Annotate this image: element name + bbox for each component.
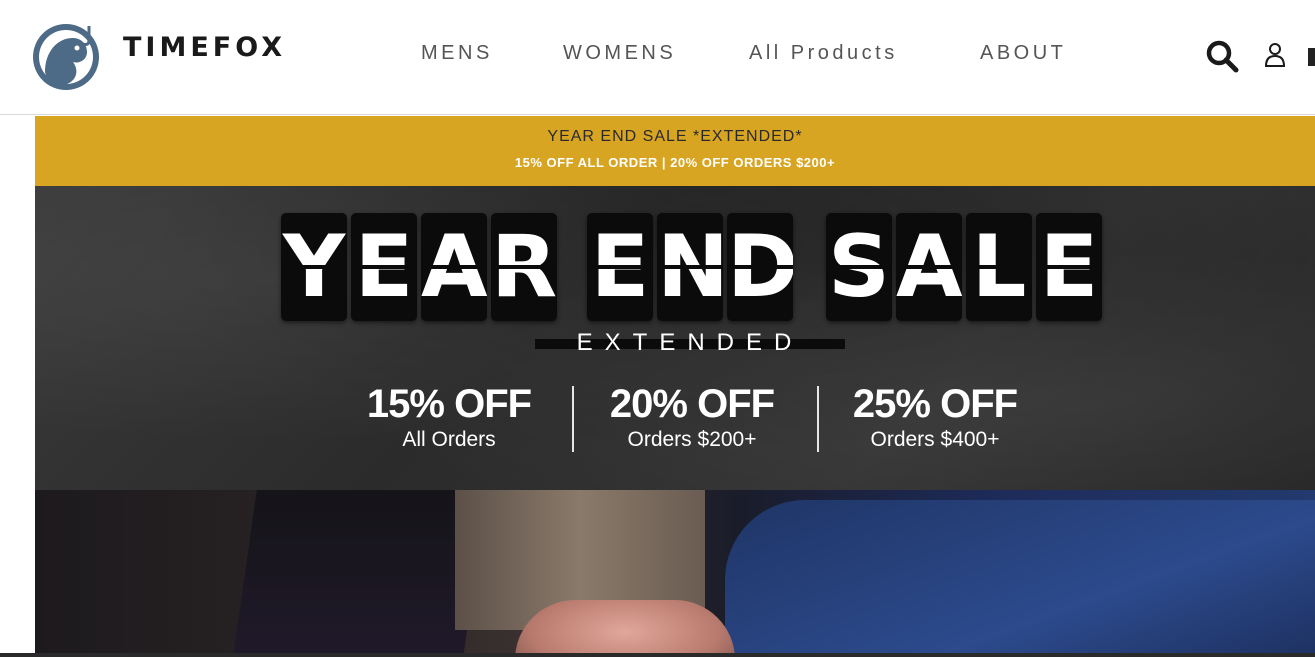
- hero-subtitle: EXTENDED: [576, 329, 804, 356]
- offer-condition: Orders $200+: [627, 428, 757, 451]
- flap-letter: S: [826, 213, 892, 321]
- promo-details: 15% OFF ALL ORDER | 20% OFF ORDERS $200+: [514, 155, 836, 170]
- divider: [572, 386, 574, 452]
- search-icon[interactable]: [1204, 38, 1240, 74]
- offer-tier: 25% OFF Orders $400+: [835, 382, 1035, 452]
- nav-about[interactable]: ABOUT: [980, 42, 1066, 65]
- cart-icon[interactable]: [1308, 48, 1315, 66]
- offer-condition: Orders $400+: [870, 428, 1000, 451]
- offer-condition: All Orders: [402, 428, 496, 451]
- main-nav: MENS WOMENS All Products ABOUT: [0, 42, 1315, 72]
- divider: [817, 386, 819, 452]
- offer-discount: 20% OFF: [609, 382, 775, 426]
- promo-banner[interactable]: YEAR END SALE *EXTENDED* 15% OFF ALL ORD…: [35, 116, 1315, 186]
- photo-shape: [725, 500, 1315, 657]
- hero-photo: [35, 490, 1315, 657]
- nav-mens[interactable]: MENS: [421, 42, 493, 65]
- flap-letter: R: [491, 213, 557, 321]
- flap-letter: E: [587, 213, 653, 321]
- offer-discount: 15% OFF: [366, 382, 532, 426]
- flap-letter: Y: [281, 213, 347, 321]
- photo-shape: [233, 490, 487, 657]
- offer-tier: 20% OFF Orders $200+: [592, 382, 792, 452]
- flap-letter: E: [351, 213, 417, 321]
- offer-tier: 15% OFF All Orders: [349, 382, 549, 452]
- promo-title: YEAR END SALE *EXTENDED*: [547, 128, 803, 145]
- flap-letter: D: [727, 213, 793, 321]
- nav-womens[interactable]: WOMENS: [563, 42, 676, 65]
- divider: [0, 653, 1315, 657]
- hero-sale-banner[interactable]: Y E A R E N D S A L E EXTENDED 15% OFF A…: [35, 186, 1315, 490]
- flap-letter: A: [421, 213, 487, 321]
- flap-letter: L: [966, 213, 1032, 321]
- flap-letter: E: [1036, 213, 1102, 321]
- account-icon[interactable]: [1262, 40, 1288, 70]
- flap-letter: N: [657, 213, 723, 321]
- offer-discount: 25% OFF: [852, 382, 1018, 426]
- flap-letter: A: [896, 213, 962, 321]
- site-header: TIMEFOX MENS WOMENS All Products ABOUT: [0, 0, 1315, 115]
- photo-shape: [515, 600, 735, 657]
- nav-all-products[interactable]: All Products: [749, 42, 898, 65]
